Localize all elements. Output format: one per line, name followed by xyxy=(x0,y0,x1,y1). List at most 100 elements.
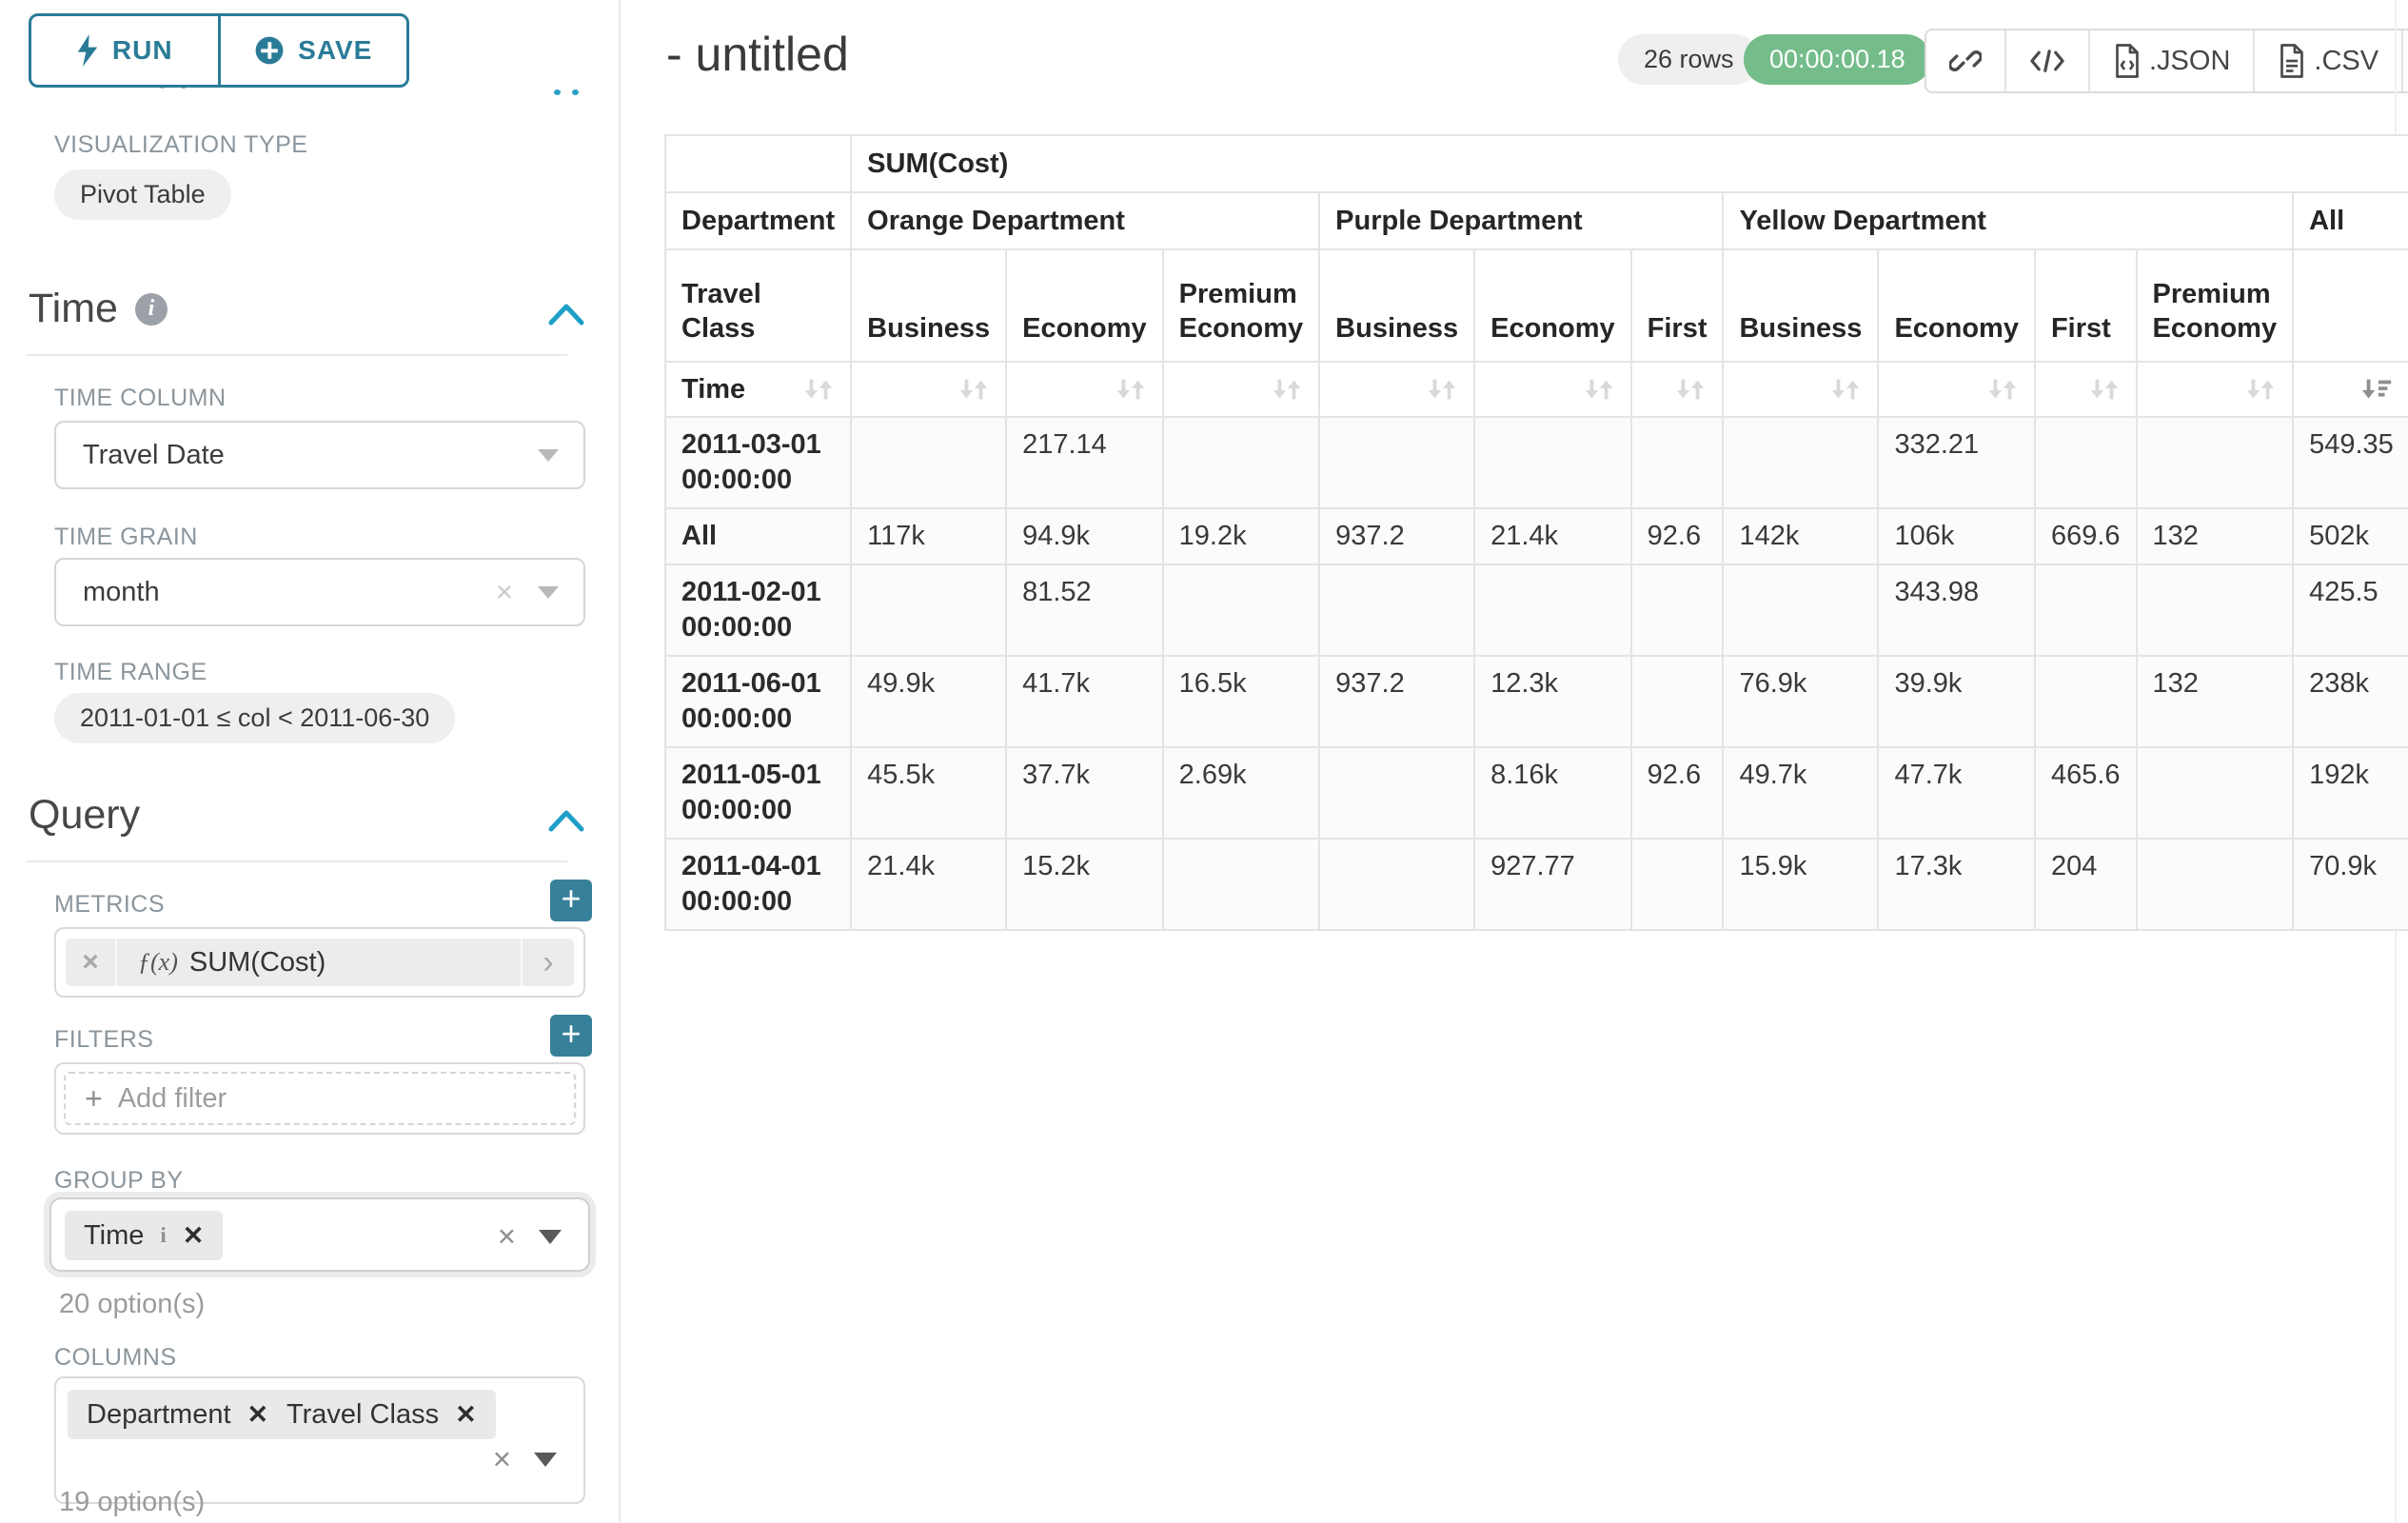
remove-tag-icon[interactable]: ✕ xyxy=(247,1400,269,1430)
cell xyxy=(1723,417,1878,508)
columns-tag[interactable]: Travel Class ✕ xyxy=(267,1390,496,1439)
run-save-button-group: RUN SAVE xyxy=(29,13,409,88)
cell xyxy=(1163,839,1320,930)
sort-icon[interactable] xyxy=(1271,373,1303,405)
sort-icon[interactable] xyxy=(957,373,990,405)
sort-column-cell[interactable] xyxy=(2035,362,2137,417)
collapse-chevron-icon[interactable] xyxy=(548,303,584,326)
sort-icon[interactable] xyxy=(1426,373,1458,405)
clear-icon[interactable]: × xyxy=(496,575,513,609)
caret-down-icon[interactable] xyxy=(539,1230,562,1244)
table-row: 2011-05-0100:00:0045.5k37.7k2.69k8.16k92… xyxy=(665,747,2408,839)
run-button[interactable]: RUN xyxy=(31,16,218,85)
add-metric-button[interactable]: + xyxy=(550,880,592,921)
embed-code-button[interactable] xyxy=(2004,30,2088,91)
export-csv-button[interactable]: .CSV xyxy=(2253,30,2401,91)
clear-icon[interactable]: × xyxy=(493,1441,511,1477)
add-filter-button[interactable]: + xyxy=(550,1015,592,1057)
group-by-select[interactable]: Time i ✕ × xyxy=(49,1197,590,1272)
corner-cell xyxy=(665,135,851,192)
cell: 16.5k xyxy=(1163,656,1320,747)
cell xyxy=(1631,839,1724,930)
caret-down-icon[interactable] xyxy=(534,1453,557,1467)
sort-icon[interactable] xyxy=(1829,373,1862,405)
columns-options-hint: 19 option(s) xyxy=(59,1487,205,1518)
cell: 15.2k xyxy=(1006,839,1163,930)
cell: 669.6 xyxy=(2035,508,2137,564)
remove-metric-icon[interactable]: × xyxy=(66,939,117,986)
column-header: Economy xyxy=(1006,249,1163,362)
chart-title[interactable]: - untitled xyxy=(666,27,849,82)
cell: 92.6 xyxy=(1631,747,1724,839)
sort-icon[interactable] xyxy=(1583,373,1615,405)
export-json-button[interactable]: .JSON xyxy=(2088,30,2253,91)
time-section-header[interactable]: Time i xyxy=(29,286,168,332)
cell: 502k xyxy=(2293,508,2408,564)
cell: 92.6 xyxy=(1631,508,1724,564)
caret-down-icon xyxy=(538,586,559,599)
save-button[interactable]: SAVE xyxy=(218,16,407,85)
visualization-type-value[interactable]: Pivot Table xyxy=(54,169,231,220)
cell xyxy=(1319,839,1474,930)
sort-column-cell[interactable] xyxy=(851,362,1006,417)
sort-column-cell[interactable] xyxy=(1163,362,1320,417)
tag-label: Time xyxy=(84,1220,144,1252)
add-filter-dropzone[interactable]: + Add filter xyxy=(64,1072,576,1125)
sort-column-cell[interactable] xyxy=(2137,362,2294,417)
remove-tag-icon[interactable]: ✕ xyxy=(183,1221,205,1251)
cell xyxy=(2137,417,2294,508)
expand-metric-icon[interactable]: › xyxy=(521,939,574,986)
sort-column-cell[interactable] xyxy=(1319,362,1474,417)
cell xyxy=(1163,417,1320,508)
more-options-button[interactable] xyxy=(2401,30,2408,91)
cell: 937.2 xyxy=(1319,508,1474,564)
plus-icon: + xyxy=(85,1081,103,1117)
group-by-tag[interactable]: Time i ✕ xyxy=(65,1211,223,1260)
sort-column-cell[interactable] xyxy=(2293,362,2408,417)
sort-icon[interactable] xyxy=(1115,373,1147,405)
sort-icon[interactable] xyxy=(2244,373,2277,405)
sort-column-cell[interactable] xyxy=(1006,362,1163,417)
sort-column-cell[interactable] xyxy=(1474,362,1631,417)
time-row-header[interactable]: Time xyxy=(665,362,851,417)
columns-tag[interactable]: Department ✕ xyxy=(68,1390,287,1439)
metrics-label: METRICS xyxy=(54,891,165,919)
pivot-table-container: SUM(Cost)DepartmentOrange DepartmentPurp… xyxy=(664,134,2408,931)
collapse-chevron-icon[interactable] xyxy=(548,809,584,832)
sort-icon[interactable] xyxy=(2088,373,2121,405)
query-section-header[interactable]: Query xyxy=(29,792,140,839)
sort-column-cell[interactable] xyxy=(1878,362,2035,417)
cell: 21.4k xyxy=(1474,508,1631,564)
cell xyxy=(1474,417,1631,508)
cell: 17.3k xyxy=(1878,839,2035,930)
sort-icon[interactable] xyxy=(1986,373,2019,405)
sort-column-cell[interactable] xyxy=(1723,362,1878,417)
control-panel: Chart Type RUN SAVE VISUALIZATION TYPE P… xyxy=(0,0,621,1523)
columns-select[interactable]: Department ✕ Travel Class ✕ × xyxy=(54,1376,585,1504)
row-header: All xyxy=(665,508,851,564)
run-button-label: RUN xyxy=(112,35,173,66)
metric-item[interactable]: × ƒ(x) SUM(Cost) › xyxy=(66,939,574,986)
cell xyxy=(2137,839,2294,930)
metric-name: SUM(Cost) xyxy=(189,947,326,979)
remove-tag-icon[interactable]: ✕ xyxy=(455,1400,477,1430)
cell xyxy=(851,564,1006,656)
time-grain-select[interactable]: month × xyxy=(54,558,585,626)
time-column-select[interactable]: Travel Date xyxy=(54,421,585,489)
clear-icon[interactable]: × xyxy=(498,1218,516,1255)
cell: 45.5k xyxy=(851,747,1006,839)
sort-icon[interactable] xyxy=(802,373,835,405)
time-range-value[interactable]: 2011-01-01 ≤ col < 2011-06-30 xyxy=(54,693,455,743)
file-csv-icon xyxy=(2278,44,2306,78)
table-row: 2011-06-0100:00:0049.9k41.7k16.5k937.212… xyxy=(665,656,2408,747)
query-duration-badge: 00:00:00.18 xyxy=(1744,34,1931,85)
copy-link-button[interactable] xyxy=(1926,30,2004,91)
sort-desc-active-icon[interactable] xyxy=(2361,373,2394,405)
row-header: 2011-02-0100:00:00 xyxy=(665,564,851,656)
sort-column-cell[interactable] xyxy=(1631,362,1724,417)
sort-icon[interactable] xyxy=(1674,373,1707,405)
cell: 204 xyxy=(2035,839,2137,930)
cell: 15.9k xyxy=(1723,839,1878,930)
row-dim2-label: Travel Class xyxy=(665,249,851,362)
column-header: Economy xyxy=(1878,249,2035,362)
